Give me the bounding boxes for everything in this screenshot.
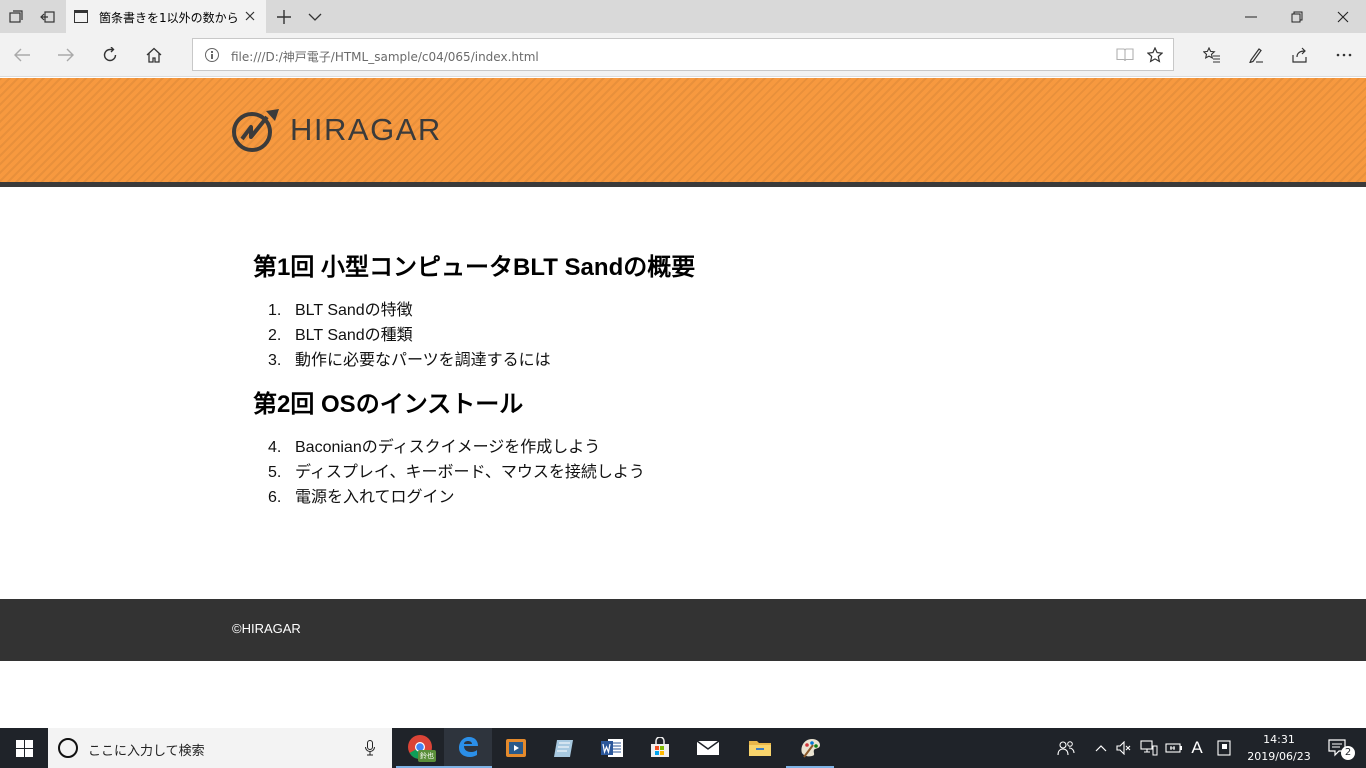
- address-toolbar: file:///D:/神戸電子/HTML_sample/c04/065/inde…: [0, 33, 1366, 77]
- more-options-icon[interactable]: [1322, 33, 1366, 77]
- paint-icon[interactable]: [786, 728, 834, 768]
- sticky-notes-icon[interactable]: [540, 728, 588, 768]
- mail-icon[interactable]: [684, 728, 732, 768]
- list-item: 1. BLT Sandの特徴: [253, 298, 1153, 323]
- list-number: 5.: [268, 464, 282, 481]
- chrome-icon[interactable]: 鈴也: [396, 728, 444, 768]
- cortana-icon[interactable]: [58, 738, 78, 758]
- topic-list: 1. BLT Sandの特徴 2. BLT Sandの種類 3. 動作に必要なパーツを…: [253, 298, 1153, 373]
- close-window-icon[interactable]: [1320, 0, 1366, 33]
- list-number: 6.: [268, 489, 282, 506]
- share-icon[interactable]: [1278, 33, 1322, 77]
- logo-text: HIRAGAR: [290, 112, 442, 147]
- clock-date: 2019/06/23: [1247, 750, 1311, 763]
- url-field[interactable]: file:///D:/神戸電子/HTML_sample/c04/065/inde…: [192, 38, 1174, 71]
- set-aside-tabs-icon[interactable]: [32, 0, 64, 33]
- taskbar-clock[interactable]: 14:31 2019/06/23: [1244, 731, 1314, 765]
- list-item-text: 動作に必要なパーツを調達するには: [295, 352, 551, 369]
- forward-icon[interactable]: [44, 33, 88, 77]
- tab-preview-chevron-icon[interactable]: [300, 0, 330, 33]
- new-tab-icon[interactable]: [268, 0, 300, 33]
- header-divider: [0, 182, 1366, 187]
- action-pen-icon[interactable]: [1210, 728, 1238, 768]
- restore-icon[interactable]: [1274, 0, 1320, 33]
- battery-plug-icon[interactable]: [1162, 728, 1186, 768]
- minimize-icon[interactable]: [1228, 0, 1274, 33]
- copyright-text: ©HIRAGAR: [232, 621, 301, 636]
- site-footer: ©HIRAGAR: [0, 599, 1366, 661]
- store-icon[interactable]: [636, 728, 684, 768]
- url-text[interactable]: file:///D:/神戸電子/HTML_sample/c04/065/inde…: [231, 48, 539, 65]
- list-item-text: BLT Sandの特徴: [295, 302, 413, 319]
- taskbar: ここに入力して検索 鈴也 A 14:31 2019/06/23 2: [0, 728, 1366, 768]
- section-heading: 第1回 小型コンピュータBLT Sandの概要: [253, 254, 696, 281]
- taskbar-search-field[interactable]: ここに入力して検索: [48, 728, 392, 768]
- list-number: 2.: [268, 327, 282, 344]
- tab-strip: 箇条書きを1以外の数から: [0, 0, 1366, 33]
- site-info-icon[interactable]: [205, 48, 219, 62]
- chrome-profile-badge: 鈴也: [418, 750, 436, 762]
- back-icon[interactable]: [0, 33, 44, 77]
- list-number: 1.: [268, 302, 282, 319]
- favorite-star-icon[interactable]: [1140, 39, 1170, 70]
- list-item-text: ディスプレイ、キーボード、マウスを接続しよう: [295, 464, 645, 481]
- list-item: 5. ディスプレイ、キーボード、マウスを接続しよう: [253, 460, 1153, 485]
- hiragar-logo-icon: [232, 109, 279, 152]
- list-item-text: Baconianのディスクイメージを作成しよう: [295, 439, 601, 456]
- topic-list: 4. Baconianのディスクイメージを作成しよう 5. ディスプレイ、キーボード…: [253, 435, 1153, 510]
- show-hidden-icons-chevron-icon[interactable]: [1090, 728, 1112, 768]
- list-item: 6. 電源を入れてログイン: [253, 485, 1153, 510]
- network-icon[interactable]: [1136, 728, 1162, 768]
- notification-count-badge: 2: [1341, 746, 1355, 760]
- tab-active[interactable]: 箇条書きを1以外の数から: [66, 0, 266, 33]
- tab-list-icon[interactable]: [0, 0, 32, 33]
- list-item-text: BLT Sandの種類: [295, 327, 413, 344]
- home-icon[interactable]: [132, 33, 176, 77]
- word-icon[interactable]: [588, 728, 636, 768]
- refresh-icon[interactable]: [88, 33, 132, 77]
- microphone-icon[interactable]: [358, 736, 382, 760]
- page-icon: [74, 10, 88, 23]
- tab-title: 箇条書きを1以外の数から: [99, 11, 239, 25]
- list-number: 4.: [268, 439, 282, 456]
- search-placeholder: ここに入力して検索: [88, 744, 205, 759]
- action-center-icon[interactable]: 2: [1318, 728, 1358, 768]
- add-notes-pen-icon[interactable]: [1234, 33, 1278, 77]
- list-item: 4. Baconianのディスクイメージを作成しよう: [253, 435, 1153, 460]
- site-logo[interactable]: HIRAGAR: [230, 107, 442, 153]
- media-player-icon[interactable]: [492, 728, 540, 768]
- edge-icon[interactable]: [444, 728, 492, 768]
- ime-mode-indicator[interactable]: A: [1186, 728, 1208, 768]
- people-icon[interactable]: [1052, 728, 1080, 768]
- volume-muted-icon[interactable]: [1112, 728, 1136, 768]
- favorites-list-icon[interactable]: [1190, 33, 1234, 77]
- list-item: 2. BLT Sandの種類: [253, 323, 1153, 348]
- list-number: 3.: [268, 352, 282, 369]
- windows-start-icon[interactable]: [0, 728, 48, 768]
- site-header: [0, 78, 1366, 182]
- file-explorer-icon[interactable]: [736, 728, 784, 768]
- list-item: 3. 動作に必要なパーツを調達するには: [253, 348, 1153, 373]
- close-tab-icon[interactable]: [240, 6, 260, 26]
- list-item-text: 電源を入れてログイン: [295, 489, 455, 506]
- main-content: 第1回 小型コンピュータBLT Sandの概要 1. BLT Sandの特徴 2.…: [253, 250, 1153, 524]
- clock-time: 14:31: [1263, 733, 1295, 746]
- section-heading: 第2回 OSのインストール: [253, 391, 524, 418]
- reading-view-icon[interactable]: [1110, 39, 1140, 70]
